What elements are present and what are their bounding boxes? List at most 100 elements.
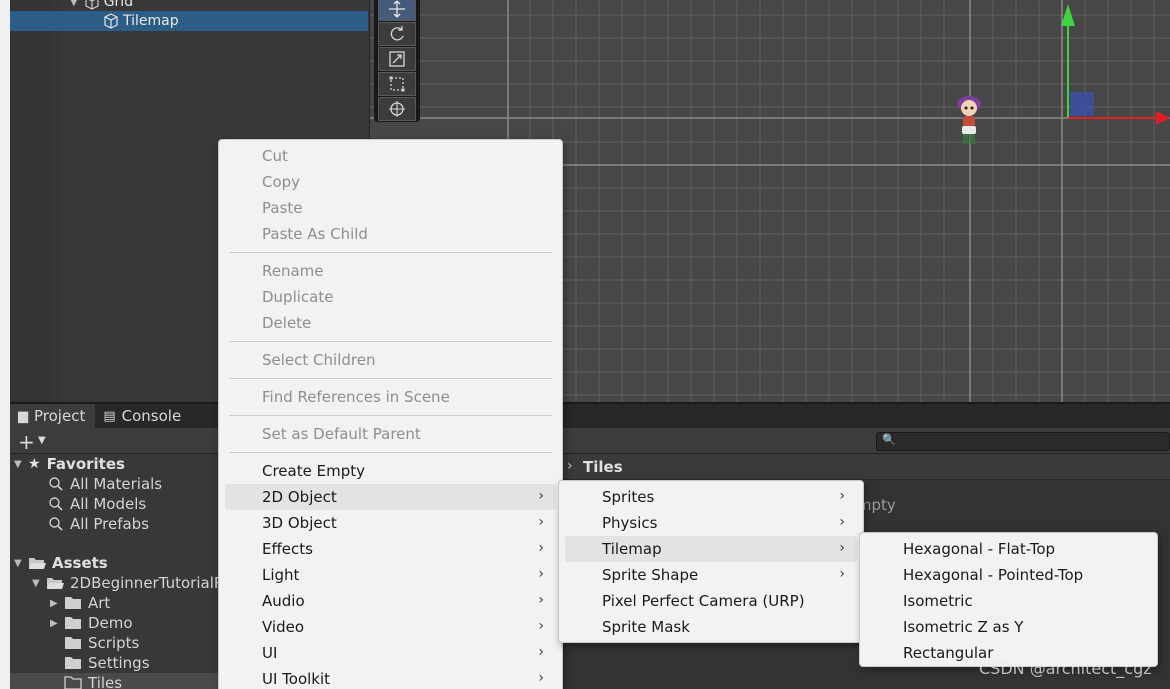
tree-item-assets[interactable]: ▼ Assets: [14, 553, 108, 573]
chevron-right-icon: ›: [839, 540, 845, 556]
tree-item-tiles[interactable]: Tiles: [10, 673, 220, 689]
project-search-input[interactable]: 🔍: [876, 432, 1170, 451]
menu-item-label: Sprite Mask: [602, 618, 690, 636]
menu-item-2d-object[interactable]: 2D Object ›: [225, 484, 556, 510]
menu-item-label: Video: [262, 618, 305, 636]
rotate-tool-button[interactable]: [378, 22, 416, 46]
menu-item-copy[interactable]: Copy: [225, 169, 556, 195]
player-sprite[interactable]: [952, 92, 986, 148]
menu-item-label: Delete: [262, 314, 312, 332]
plus-icon[interactable]: +: [18, 430, 35, 454]
menu-item-ui[interactable]: UI ›: [225, 640, 556, 666]
tree-item-settings[interactable]: Settings: [64, 653, 150, 673]
tree-item-all-materials[interactable]: All Materials: [48, 474, 162, 494]
move-tool-button[interactable]: [378, 0, 416, 21]
folder-open-icon: [29, 558, 46, 569]
menu-item-tilemap[interactable]: Tilemap ›: [565, 536, 857, 562]
move-gizmo[interactable]: [1050, 0, 1170, 130]
tree-item-demo[interactable]: ▶ Demo: [50, 613, 133, 633]
menu-item-hexagonal-flat-top[interactable]: Hexagonal - Flat-Top: [866, 536, 1151, 562]
expand-arrow-icon[interactable]: ▼: [32, 578, 46, 589]
folder-icon: [65, 657, 81, 669]
expand-arrow-icon[interactable]: ▼: [14, 558, 28, 569]
menu-item-audio[interactable]: Audio ›: [225, 588, 556, 614]
tab-console[interactable]: ▤ Console: [95, 404, 191, 428]
tree-item-scripts[interactable]: Scripts: [64, 633, 139, 653]
transform-tool-button[interactable]: [378, 97, 416, 121]
menu-item-isometric-z-as-y[interactable]: Isometric Z as Y: [866, 614, 1151, 640]
menu-item-find-references[interactable]: Find References in Scene: [225, 384, 556, 410]
tree-item-label: All Prefabs: [70, 515, 150, 533]
hierarchy-indent-column: [50, 0, 60, 402]
expand-arrow-icon[interactable]: ▼: [14, 459, 28, 470]
chevron-right-icon: ›: [538, 670, 544, 686]
menu-item-delete[interactable]: Delete: [225, 310, 556, 336]
chevron-right-icon: ›: [538, 566, 544, 582]
menu-item-paste-as-child[interactable]: Paste As Child: [225, 221, 556, 247]
rotate-icon: [390, 26, 404, 41]
search-icon: [49, 477, 63, 491]
tree-item-label: All Materials: [70, 475, 163, 493]
menu-item-label: UI Toolkit: [262, 670, 331, 688]
menu-item-ui-toolkit[interactable]: UI Toolkit ›: [225, 666, 556, 689]
tree-item-root-folder[interactable]: ▼ 2DBeginnerTutorialR: [32, 573, 220, 593]
chevron-down-icon[interactable]: ▼: [38, 435, 46, 446]
menu-item-label: Sprites: [602, 488, 655, 506]
menu-item-rename[interactable]: Rename: [225, 258, 556, 284]
menu-item-cut[interactable]: Cut: [225, 143, 556, 169]
menu-item-isometric[interactable]: Isometric: [866, 588, 1151, 614]
menu-item-label: Hexagonal - Pointed-Top: [903, 566, 1084, 584]
menu-separator: [229, 452, 552, 453]
search-icon: 🔍: [882, 433, 896, 446]
menu-item-paste[interactable]: Paste: [225, 195, 556, 221]
menu-item-label: Sprite Shape: [602, 566, 699, 584]
scale-tool-button[interactable]: [378, 47, 416, 71]
context-menu: Cut Copy Paste Paste As Child Rename Dup…: [218, 139, 563, 689]
menu-item-effects[interactable]: Effects ›: [225, 536, 556, 562]
tree-item-favorites[interactable]: ▼ ★ Favorites: [14, 454, 125, 474]
scale-icon: [389, 51, 405, 67]
console-icon: ▤: [103, 408, 116, 424]
tree-item-all-prefabs[interactable]: All Prefabs: [48, 514, 149, 534]
watermark-text: CSDN @architect_cgz: [979, 659, 1152, 678]
tree-item-label: Favorites: [46, 455, 125, 473]
menu-item-label: Create Empty: [262, 462, 365, 480]
menu-item-video[interactable]: Video ›: [225, 614, 556, 640]
tree-item-all-models[interactable]: All Models: [48, 494, 146, 514]
breadcrumb-item-tiles[interactable]: Tiles: [583, 458, 623, 476]
project-folder-tree: ▼ ★ Favorites All Materials All Models A…: [10, 454, 220, 689]
menu-item-select-children[interactable]: Select Children: [225, 347, 556, 373]
menu-separator: [229, 378, 552, 379]
menu-item-set-default-parent[interactable]: Set as Default Parent: [225, 421, 556, 447]
menu-item-light[interactable]: Light ›: [225, 562, 556, 588]
chevron-right-icon: ›: [538, 644, 544, 660]
tree-item-art[interactable]: ▶ Art: [50, 593, 110, 613]
menu-item-sprites[interactable]: Sprites ›: [565, 484, 857, 510]
tree-item-label: Tiles: [88, 674, 123, 689]
expand-arrow-icon[interactable]: ▶: [50, 598, 64, 609]
bottom-tab-bar: ▆ Project ▤ Console: [10, 404, 1170, 428]
submenu-2d-object: Sprites › Physics › Tilemap › Sprite Shape ›…: [558, 480, 864, 643]
menu-separator: [229, 415, 552, 416]
menu-item-duplicate[interactable]: Duplicate: [225, 284, 556, 310]
chevron-right-icon: ›: [538, 618, 544, 634]
tree-item-label: Art: [88, 594, 111, 612]
expand-arrow-icon[interactable]: ▶: [50, 618, 64, 629]
menu-item-label: Find References in Scene: [262, 388, 450, 406]
chevron-right-icon: ›: [839, 566, 845, 582]
expand-arrow-icon[interactable]: ▼: [70, 0, 78, 8]
menu-item-pixel-perfect-camera[interactable]: Pixel Perfect Camera (URP): [565, 588, 857, 614]
menu-item-physics[interactable]: Physics ›: [565, 510, 857, 536]
rect-tool-button[interactable]: [378, 72, 416, 96]
tree-item-label: Demo: [88, 614, 133, 632]
menu-item-create-empty[interactable]: Create Empty: [225, 458, 556, 484]
menu-item-label: Paste As Child: [262, 225, 368, 243]
hierarchy-item-tilemap[interactable]: Tilemap: [10, 11, 368, 31]
menu-item-sprite-mask[interactable]: Sprite Mask: [565, 614, 857, 640]
tab-project[interactable]: ▆ Project: [10, 404, 96, 428]
menu-item-3d-object[interactable]: 3D Object ›: [225, 510, 556, 536]
menu-item-hexagonal-pointed-top[interactable]: Hexagonal - Pointed-Top: [866, 562, 1151, 588]
chevron-right-icon: ›: [839, 514, 845, 530]
chevron-right-icon: ›: [567, 458, 573, 474]
menu-item-sprite-shape[interactable]: Sprite Shape ›: [565, 562, 857, 588]
